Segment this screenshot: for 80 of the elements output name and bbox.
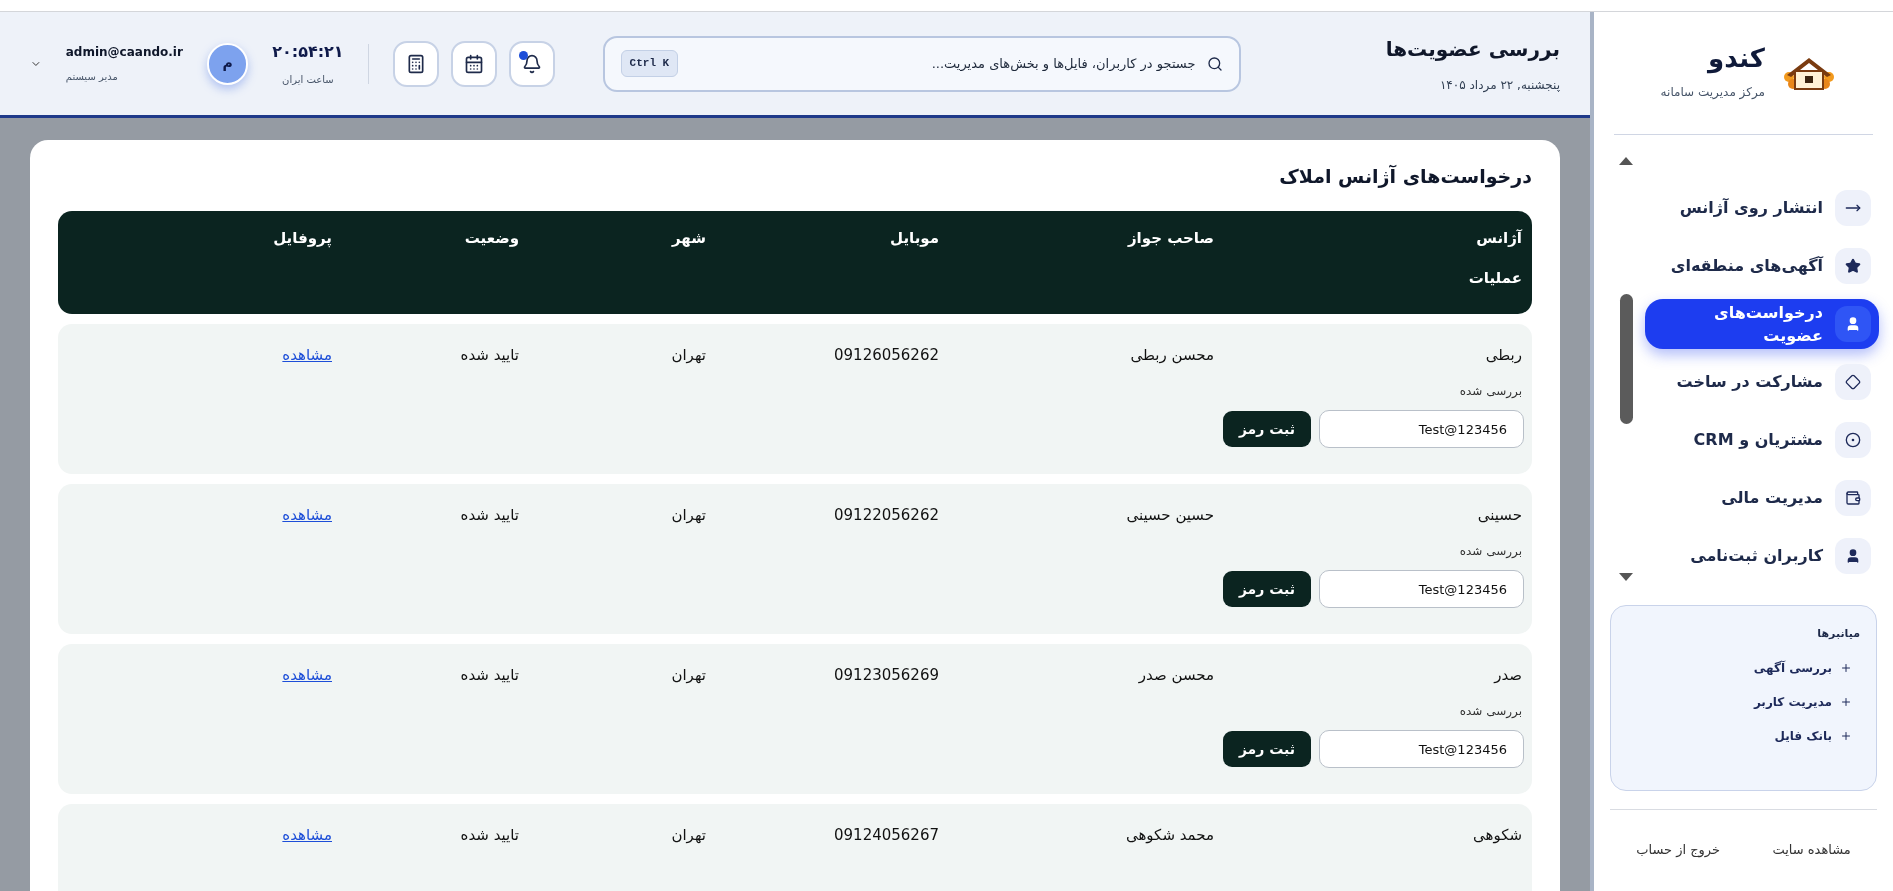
save-password-button[interactable]: ثبت رمز (1222, 411, 1311, 447)
owner-cell-text: محسن ربطی (1130, 344, 1214, 366)
shortcut-link[interactable]: مدیریت کاربر (1627, 692, 1860, 711)
calendar-button[interactable] (450, 40, 497, 87)
agency-cell-text: ربطی (1485, 344, 1522, 366)
brand-subtitle: مرکز مدیریت سامانه (1660, 84, 1765, 101)
plus-icon (1840, 695, 1852, 708)
owner-cell-text: محسن صدر (1138, 664, 1214, 686)
owner-cell-text: حسین حسینی (1126, 504, 1214, 526)
profile-link[interactable]: مشاهده (282, 503, 332, 526)
status-cell-text: تایید شده (460, 664, 519, 686)
card-title: درخواست‌های آژانس املاک (1278, 164, 1532, 190)
user-role: مدیر سیستم (65, 70, 118, 84)
city-cell-text: تهران (671, 824, 706, 846)
review-status: بررسی شده (1459, 543, 1522, 560)
shortcut-link[interactable]: بانک فایل (1627, 726, 1860, 745)
city-cell-text: تهران (671, 504, 706, 526)
review-status: بررسی شده (1459, 703, 1522, 720)
sidebar-nav-item[interactable]: مدیریت مالی (1645, 473, 1879, 523)
column-header: وضعیت (464, 227, 519, 249)
shortcuts-title: میانبرها (1816, 626, 1860, 642)
status-cell-text: تایید شده (460, 344, 519, 366)
profile-link[interactable]: مشاهده (282, 343, 332, 366)
password-field[interactable]: Test@123456 (1319, 410, 1524, 448)
bell-icon (521, 53, 542, 74)
column-header: آژانس (1476, 227, 1522, 249)
agency-cell-text: صدر (1494, 664, 1522, 686)
profile-link[interactable]: مشاهده (282, 663, 332, 686)
shortcut-key: Ctrl K (620, 50, 679, 77)
calendar-icon (463, 53, 484, 74)
sidebar-nav-item[interactable]: انتشار روی آژانس (1645, 183, 1879, 233)
agency-cell-text: شکوهی (1473, 824, 1522, 846)
column-header: صاحب جواز (1127, 227, 1214, 249)
mobile-cell-text: 09123056269 (834, 664, 939, 686)
user-avatar[interactable]: م (206, 42, 249, 85)
column-header: عملیات (1468, 268, 1522, 289)
calculator-button[interactable] (392, 40, 439, 87)
review-status: بررسی شده (1459, 383, 1522, 400)
column-header: پروفایل (273, 227, 332, 249)
password-field[interactable]: Test@123456 (1319, 730, 1524, 768)
password-field[interactable]: Test@123456 (1319, 570, 1524, 608)
footer-link[interactable]: مشاهده سایت (1772, 840, 1851, 860)
status-cell-text: تایید شده (460, 824, 519, 846)
mobile-cell-text: 09124056267 (834, 824, 939, 846)
house-logo-icon (1781, 55, 1837, 91)
plus-icon (1840, 729, 1852, 742)
search-icon (1207, 55, 1224, 72)
sidebar-nav-item[interactable]: کاربران ثبت‌نامی (1645, 531, 1879, 581)
clock-time: ۲۰:۵۴:۲۱ (272, 41, 344, 63)
wallet-icon (1845, 490, 1861, 506)
footer-link[interactable]: خروج از حساب (1636, 840, 1721, 860)
date-text: پنجشنبه, ۲۲ مرداد ۱۴۰۵ (1438, 76, 1560, 94)
sidebar-nav-item[interactable]: مشارکت در ساخت (1645, 357, 1879, 407)
save-password-button[interactable]: ثبت رمز (1222, 731, 1311, 767)
target-icon (1845, 432, 1861, 448)
city-cell-text: تهران (671, 344, 706, 366)
agency-cell-text: حسینی (1477, 504, 1522, 526)
save-password-button[interactable]: ثبت رمز (1222, 571, 1311, 607)
column-header: شهر (672, 227, 706, 249)
user-email: admin@caando.ir (65, 44, 183, 61)
sidebar-nav-item[interactable]: آگهی‌های منطقه‌ای (1645, 241, 1879, 291)
sidebar-nav-item[interactable]: مشتریان و CRM (1645, 415, 1879, 465)
search-input[interactable]: جستجو در کاربران، فایل‌ها و بخش‌های مدیریت... (690, 53, 1196, 74)
profile-link[interactable]: مشاهده (282, 823, 332, 846)
plus-icon (1840, 661, 1852, 674)
star-icon (1845, 258, 1861, 274)
mobile-cell-text: 09122056262 (834, 504, 939, 526)
notifications-button[interactable] (508, 40, 555, 87)
person-icon (1845, 548, 1861, 564)
page-title: بررسی عضویت‌ها (1384, 35, 1560, 63)
shortcut-link[interactable]: بررسی آگهی (1627, 658, 1860, 677)
city-cell-text: تهران (671, 664, 706, 686)
person-icon (1845, 316, 1861, 332)
mobile-cell-text: 09126056262 (834, 344, 939, 366)
sidebar-nav-item[interactable]: درخواست‌های عضویت (1645, 299, 1879, 349)
diamond-icon (1845, 374, 1861, 390)
owner-cell-text: محمد شکوهی (1125, 824, 1214, 846)
status-cell-text: تایید شده (460, 504, 519, 526)
clock-label: ساعت ایران (282, 73, 334, 87)
column-header: موبایل (890, 227, 939, 249)
